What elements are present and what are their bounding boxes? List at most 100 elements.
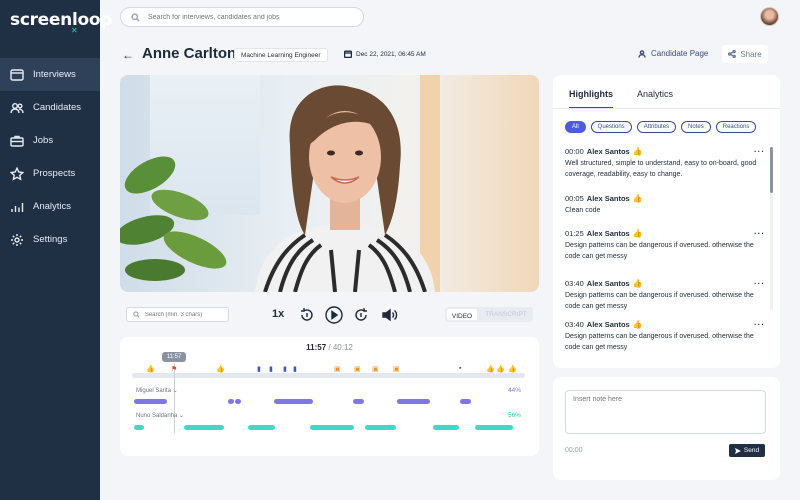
speaker-label[interactable]: Nuno Saldanha ⌄ bbox=[136, 412, 184, 419]
jobs-icon bbox=[10, 135, 24, 147]
send-button[interactable]: Send bbox=[729, 444, 765, 457]
sidebar-item-prospects[interactable]: Prospects bbox=[0, 157, 100, 190]
filter-chip-notes[interactable]: Notes bbox=[681, 121, 711, 133]
toggle-video[interactable]: VIDEO bbox=[447, 309, 477, 320]
highlight-text: Clean code bbox=[565, 207, 601, 214]
more-options-icon[interactable]: ··· bbox=[754, 320, 765, 329]
speaker-name: Miguel Sarita bbox=[136, 388, 172, 394]
rewind-icon[interactable] bbox=[297, 305, 317, 325]
person-icon bbox=[638, 49, 646, 58]
highlight-author: Alex Santos bbox=[586, 279, 630, 288]
sidebar-item-candidates[interactable]: Candidates bbox=[0, 91, 100, 124]
sidebar-item-analytics[interactable]: Analytics bbox=[0, 190, 100, 223]
timeline-track[interactable] bbox=[132, 373, 525, 378]
note-marker-icon[interactable]: ▮ bbox=[257, 365, 261, 373]
reaction-marker-icon[interactable]: 👍 bbox=[496, 365, 505, 373]
more-options-icon[interactable]: ··· bbox=[754, 147, 765, 156]
thumbs-up-icon: 👍 bbox=[632, 147, 643, 156]
comment-marker-icon[interactable]: ▪ bbox=[459, 365, 461, 372]
playback-speed-button[interactable]: 1x bbox=[272, 308, 284, 320]
global-search[interactable] bbox=[120, 7, 364, 27]
question-marker-icon[interactable]: ▣ bbox=[334, 365, 341, 373]
reaction-marker-icon[interactable]: 👍 bbox=[508, 365, 517, 373]
time-separator: / bbox=[326, 343, 333, 352]
candidate-page-label: Candidate Page bbox=[651, 49, 709, 58]
playhead-line[interactable] bbox=[174, 363, 175, 433]
highlight-header: 00:05 Alex Santos 👍 bbox=[565, 194, 765, 203]
speaker-label[interactable]: Miguel Sarita ⌄ bbox=[136, 387, 178, 394]
highlight-item[interactable]: 03:40 Alex Santos 👍 ··· Design patterns can… bbox=[565, 279, 765, 312]
note-marker-icon[interactable]: ▮ bbox=[293, 365, 297, 373]
tab-highlights[interactable]: Highlights bbox=[569, 89, 613, 109]
highlight-author: Alex Santos bbox=[586, 147, 630, 156]
question-marker-icon[interactable]: ▣ bbox=[372, 365, 379, 373]
highlight-item[interactable]: 03:40 Alex Santos 👍 ··· Design patterns can… bbox=[565, 320, 765, 353]
sidebar-item-jobs[interactable]: Jobs bbox=[0, 124, 100, 157]
question-marker-icon[interactable]: ▣ bbox=[393, 365, 400, 373]
question-marker-icon[interactable]: ▣ bbox=[354, 365, 361, 373]
transcript-search-input[interactable] bbox=[144, 311, 228, 318]
filter-chip-questions[interactable]: Questions bbox=[590, 121, 632, 133]
forward-icon[interactable] bbox=[351, 305, 371, 325]
speech-segment[interactable] bbox=[235, 399, 241, 404]
speech-segment[interactable] bbox=[248, 425, 275, 430]
scrollbar-thumb[interactable] bbox=[770, 147, 773, 193]
reaction-marker-icon[interactable]: 👍 bbox=[146, 365, 155, 373]
note-timestamp: 00:00 bbox=[565, 447, 583, 454]
video-player[interactable] bbox=[120, 75, 539, 292]
highlight-item[interactable]: 00:05 Alex Santos 👍 Clean code bbox=[565, 194, 765, 217]
speech-segment[interactable] bbox=[134, 399, 167, 404]
highlight-time: 03:40 bbox=[565, 279, 584, 288]
more-options-icon[interactable]: ··· bbox=[754, 279, 765, 288]
send-icon bbox=[734, 447, 741, 454]
filter-chip-attributes[interactable]: Attributes bbox=[636, 121, 677, 133]
highlight-item[interactable]: 00:00 Alex Santos 👍 ··· Well structured, si… bbox=[565, 147, 765, 180]
sidebar-item-interviews[interactable]: Interviews bbox=[0, 58, 100, 91]
volume-icon[interactable] bbox=[379, 305, 399, 325]
speech-segment[interactable] bbox=[460, 399, 471, 404]
sidebar-item-label: Jobs bbox=[33, 135, 54, 146]
filter-chip-all[interactable]: All bbox=[565, 121, 586, 133]
sidebar-item-settings[interactable]: Settings bbox=[0, 223, 100, 256]
flag-marker-icon[interactable]: ⚑ bbox=[171, 365, 177, 373]
app-logo[interactable]: screenloop bbox=[10, 10, 112, 30]
share-icon bbox=[728, 50, 737, 58]
highlight-text: Well structured, simple to understand, e… bbox=[565, 160, 757, 178]
sidebar-item-label: Prospects bbox=[33, 168, 76, 179]
reaction-marker-icon[interactable]: 👍 bbox=[486, 365, 495, 373]
note-marker-icon[interactable]: ▮ bbox=[283, 365, 287, 373]
view-toggle: VIDEO TRANSCRIPT bbox=[445, 307, 533, 322]
player-controls: 1x VIDEO TRANSCRIPT bbox=[120, 303, 539, 327]
filter-chip-reactions[interactable]: Reactions bbox=[715, 121, 757, 133]
share-button[interactable]: Share bbox=[722, 45, 768, 63]
search-input[interactable] bbox=[148, 13, 358, 21]
current-time: 11:57 bbox=[306, 343, 327, 352]
reaction-marker-icon[interactable]: 👍 bbox=[216, 365, 225, 373]
transcript-search[interactable] bbox=[126, 307, 229, 322]
note-input[interactable] bbox=[565, 390, 766, 434]
speech-segment[interactable] bbox=[397, 399, 430, 404]
tab-analytics[interactable]: Analytics bbox=[637, 89, 673, 109]
speech-segment[interactable] bbox=[228, 399, 234, 404]
note-marker-icon[interactable]: ▮ bbox=[269, 365, 273, 373]
speech-segment[interactable] bbox=[365, 425, 396, 430]
back-arrow-icon[interactable]: ← bbox=[122, 48, 134, 62]
play-icon[interactable] bbox=[324, 305, 344, 325]
more-options-icon[interactable]: ··· bbox=[754, 229, 765, 238]
speech-segment[interactable] bbox=[353, 399, 364, 404]
highlight-item[interactable]: 01:25 Alex Santos 👍 ··· Design patterns can… bbox=[565, 229, 765, 262]
highlight-text: Design patterns can be dangerous if over… bbox=[565, 292, 754, 310]
toggle-transcript[interactable]: TRANSCRIPT bbox=[479, 307, 533, 322]
speech-segment[interactable] bbox=[433, 425, 459, 430]
highlight-time: 03:40 bbox=[565, 320, 584, 329]
speech-segment[interactable] bbox=[134, 425, 144, 430]
interviews-icon bbox=[10, 68, 24, 81]
speech-segment[interactable] bbox=[475, 425, 513, 430]
video-person-image bbox=[255, 85, 435, 292]
date-text: Dec 22, 2021, 06:45 AM bbox=[356, 50, 426, 58]
speech-segment[interactable] bbox=[184, 425, 224, 430]
candidate-page-link[interactable]: Candidate Page bbox=[638, 49, 708, 58]
user-avatar[interactable] bbox=[760, 7, 779, 26]
speech-segment[interactable] bbox=[274, 399, 313, 404]
speech-segment[interactable] bbox=[310, 425, 354, 430]
